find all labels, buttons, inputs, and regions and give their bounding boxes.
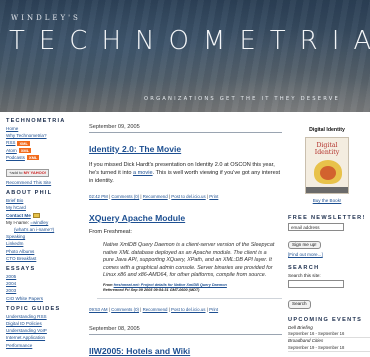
sidebar-link-atom[interactable]: Atom bbox=[6, 147, 17, 154]
envelope-icon bbox=[32, 212, 40, 218]
sidebar-link-recommend[interactable]: Recommend This Site bbox=[6, 179, 86, 186]
permalink-time[interactable]: 09:53 AM bbox=[89, 307, 108, 312]
brand-owner: WINDLEY'S bbox=[11, 14, 81, 22]
post-intro: From Freshmeat: bbox=[89, 229, 132, 235]
sidebar-heading-technometria: TECHNOMETRIA bbox=[6, 118, 66, 124]
date-header: September 09, 2005 bbox=[89, 124, 282, 133]
atom-row: Atom XML bbox=[6, 147, 86, 154]
sidebar-link-internet-application[interactable]: Internet Application bbox=[6, 334, 86, 341]
sidebar-link-understanding-voip[interactable]: Understanding VoIP bbox=[6, 327, 86, 334]
sidebar-link-cto-breakfast[interactable]: CTO Breakfast bbox=[6, 255, 86, 262]
search-button[interactable]: Search bbox=[288, 300, 311, 309]
rss-row: RSS XML bbox=[6, 139, 86, 146]
iname-line: My I-name: =windley bbox=[6, 219, 86, 226]
header-banner: WINDLEY'S TECHNOMETRIA ORGANIZATIONS GET… bbox=[0, 0, 370, 112]
event-date: September 16 - September 16 bbox=[288, 331, 370, 339]
book-cover-title: Digital Identity bbox=[314, 142, 340, 156]
left-sidebar: TECHNOMETRIA Home Why Technometria? RSS … bbox=[0, 112, 86, 357]
sidebar-link-podcasts[interactable]: Podcasts bbox=[6, 154, 25, 161]
sidebar-link-performance[interactable]: Performance bbox=[6, 342, 86, 349]
blockquote: Native XmlDB Query Daemon is a client-se… bbox=[97, 242, 282, 299]
source-link[interactable]: freshmeat.net: Project details for Nativ… bbox=[114, 283, 227, 287]
right-sidebar: Digital Identity Digital Identity Buy th… bbox=[282, 112, 370, 357]
sidebar-link-understanding-rss[interactable]: Understanding RSS bbox=[6, 313, 86, 320]
permalink-time[interactable]: 02:42 PM bbox=[89, 194, 108, 199]
cover-publisher-bar bbox=[306, 187, 348, 193]
newsletter-heading: FREE NEWSLETTER! bbox=[288, 215, 366, 221]
sidebar-link-essays-2004[interactable]: 2004 bbox=[6, 280, 86, 287]
sidebar-link-digital-id-policies[interactable]: Digital ID Policies bbox=[6, 320, 86, 327]
sidebar-heading-essays: ESSAYS bbox=[6, 266, 36, 273]
sidebar-link-whats-iname[interactable]: (what's an i-name?) bbox=[6, 226, 86, 233]
post-title-xquery[interactable]: XQuery Apache Module bbox=[89, 213, 282, 223]
delicious-link[interactable]: Post to del.icio.us bbox=[171, 307, 205, 312]
sidebar-link-essays-2005[interactable]: 2005 bbox=[6, 273, 86, 280]
book-cover-image[interactable]: Digital Identity bbox=[305, 137, 349, 194]
from-label: From bbox=[103, 282, 114, 287]
sidebar-link-speaking[interactable]: Speaking bbox=[6, 233, 86, 240]
podcast-xml-badge[interactable]: XML bbox=[26, 154, 40, 160]
post-title-iiw2005[interactable]: IIW2005: Hotels and Wiki bbox=[89, 346, 282, 356]
main-content: September 09, 2005 Identity 2.0: The Mov… bbox=[86, 112, 282, 357]
post-title-identity-movie[interactable]: Identity 2.0: The Movie bbox=[89, 144, 282, 154]
xml-feed-badge[interactable]: XML bbox=[17, 140, 30, 146]
sidebar-link-linkedin[interactable]: LinkedIn bbox=[6, 240, 86, 247]
event-date: September 19 - September 18 bbox=[288, 345, 370, 352]
sidebar-link-rss[interactable]: RSS bbox=[6, 139, 15, 146]
sidebar-link-hcard[interactable]: My hCard bbox=[6, 204, 86, 211]
atom-xml-badge[interactable]: XML bbox=[18, 147, 32, 153]
recommend-link[interactable]: Recommend bbox=[143, 307, 168, 312]
add-to-my-yahoo-button[interactable]: +add to MY YAHOO! bbox=[6, 169, 50, 177]
quote-text: Native XmlDB Query Daemon is a client-se… bbox=[103, 242, 275, 278]
search-input[interactable] bbox=[288, 280, 344, 289]
cover-art-detail bbox=[320, 166, 336, 180]
search-label: Search this site: bbox=[288, 273, 321, 279]
podcasts-row: Podcasts XML bbox=[6, 154, 86, 161]
date-header: September 08, 2005 bbox=[89, 326, 282, 335]
search-heading: SEARCH bbox=[288, 265, 320, 272]
sidebar-link-why[interactable]: Why Technometria? bbox=[6, 132, 86, 139]
contact-row: Contact Me bbox=[6, 212, 86, 219]
iname-link[interactable]: =windley bbox=[30, 220, 48, 225]
post-body-identity-movie: If you missed Dick Hardt's presentation … bbox=[89, 161, 282, 185]
sidebar-link-photo-albums[interactable]: Photo Albums bbox=[6, 248, 86, 255]
site-tagline: ORGANIZATIONS GET THE IT THEY DESERVE bbox=[144, 96, 340, 102]
sidebar-link-essays-2003[interactable]: 2003 bbox=[6, 287, 86, 294]
print-link[interactable]: Print bbox=[209, 307, 218, 312]
sidebar-link-contact[interactable]: Contact Me bbox=[6, 212, 31, 219]
movie-link[interactable]: a movie bbox=[133, 170, 153, 176]
signup-button[interactable]: Sign me up! bbox=[288, 241, 321, 250]
email-field[interactable] bbox=[288, 223, 344, 231]
post-meta-row: 02:42 PM | Comments (0) | Recommend | Po… bbox=[89, 194, 282, 199]
comments-link[interactable]: Comments (0) bbox=[111, 307, 139, 312]
buy-book-link[interactable]: Buy the Book! bbox=[288, 198, 366, 203]
add-to-label: +add to bbox=[9, 170, 23, 176]
comments-link[interactable]: Comments (0) bbox=[111, 194, 139, 199]
find-out-more-link[interactable]: [Find out more...] bbox=[288, 252, 370, 257]
sidebar-link-cio-white-papers[interactable]: CIO White Papers bbox=[6, 295, 86, 302]
sidebar-heading-topic-guides: TOPIC GUIDES bbox=[6, 305, 61, 312]
site-title[interactable]: TECHNOMETRIA bbox=[9, 26, 370, 56]
iname-label: My I-name: bbox=[6, 219, 29, 225]
book-heading: Digital Identity bbox=[309, 127, 345, 133]
delicious-link[interactable]: Post to del.icio.us bbox=[171, 194, 205, 199]
events-heading: UPCOMING EVENTS bbox=[288, 316, 363, 323]
my-yahoo-logo: MY YAHOO! bbox=[23, 170, 47, 176]
sidebar-link-bio[interactable]: Brief Bio bbox=[6, 197, 86, 204]
recommend-link[interactable]: Recommend bbox=[143, 194, 168, 199]
quote-referenced: Referenced Fri Sep 09 2005 09:54:31 GMT-… bbox=[103, 288, 200, 293]
print-link[interactable]: Print bbox=[209, 194, 218, 199]
sidebar-heading-about: ABOUT PHIL bbox=[6, 190, 53, 197]
post-meta-row: 09:53 AM | Comments (0) | Recommend | Po… bbox=[89, 307, 282, 312]
my-yahoo-row: +add to MY YAHOO! bbox=[6, 161, 86, 179]
sidebar-link-home[interactable]: Home bbox=[6, 125, 86, 132]
